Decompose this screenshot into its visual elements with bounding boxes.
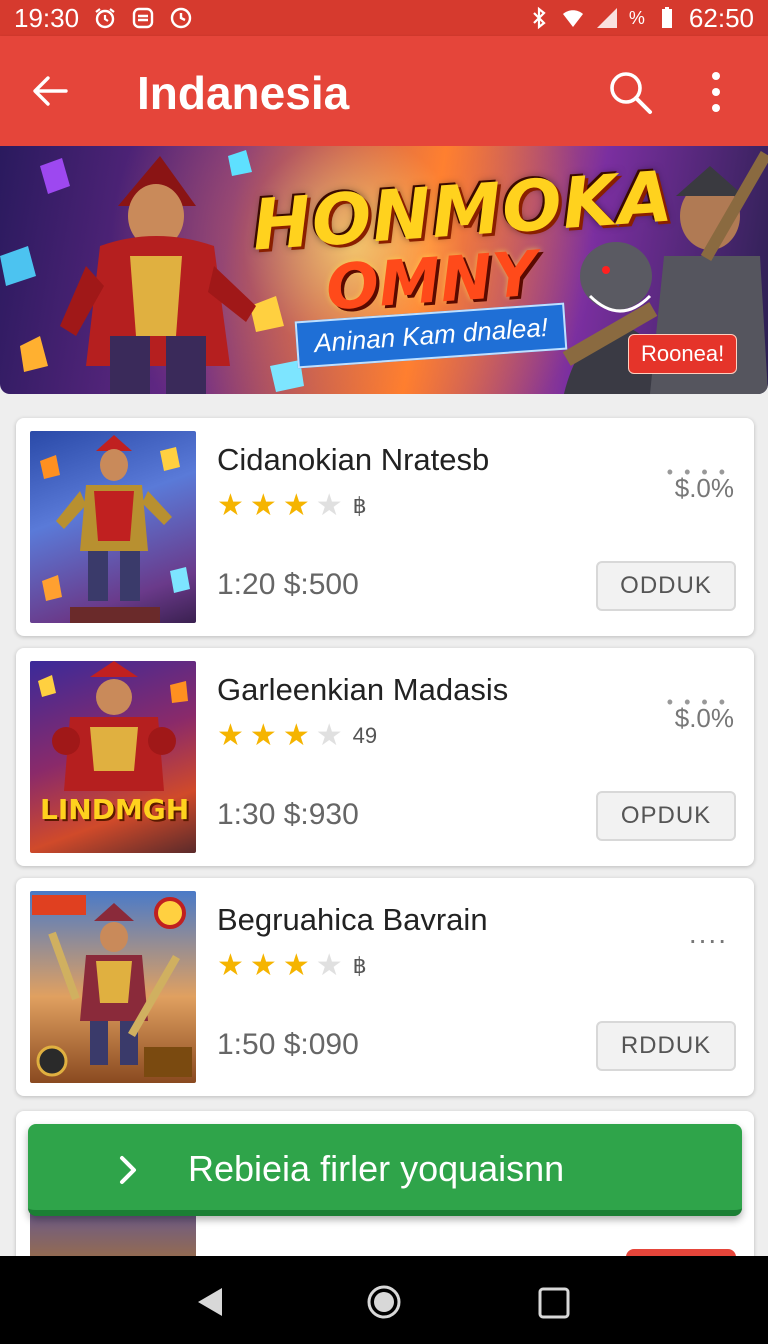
more-vertical-icon[interactable] [696,66,736,118]
star-icon: ★ [249,489,277,522]
list-item[interactable]: Cidanokian Nratesb ★ ★ ★ ★ ฿ • • • • $.0… [16,418,754,636]
rating-count: ฿ [352,492,367,518]
star-icon: ★ [282,949,310,982]
game-thumbnail [30,891,196,1083]
item-meta: 1:30 $:930 [217,798,359,831]
rating-stars: ★ ★ ★ ★ ฿ [217,488,367,523]
battery-icon [661,7,672,28]
price-note: $.0% [674,473,734,503]
price-note: $.0% [674,703,734,733]
status-time: 19:30 [14,2,80,33]
star-icon: ★ [217,719,244,752]
item-title: Cidanokian Nratesb [217,442,490,477]
search-icon[interactable] [604,66,656,118]
list-item[interactable]: LINDMGH Garleenkian Madasis ★ ★ ★ ★ 49 •… [16,648,754,866]
star-icon: ★ [217,949,244,982]
game-thumbnail: LINDMGH [30,661,196,853]
star-empty-icon: ★ [315,949,343,982]
banner-badge[interactable]: Roonea! [628,334,738,374]
star-empty-icon: ★ [315,719,343,752]
game-thumbnail [30,431,196,623]
page-title: Indanesia [137,67,350,119]
nav-recents-icon[interactable] [538,1287,570,1319]
back-button[interactable] [0,36,100,146]
star-icon: ★ [282,719,310,752]
system-nav-bar [0,1256,768,1344]
rating-count: ฿ [352,952,367,978]
arrow-left-icon [33,76,68,106]
star-icon: ★ [249,949,277,982]
bluetooth-icon [533,6,546,30]
battery-time: 62:50 [688,2,754,33]
battery-percent: % [628,7,645,28]
star-icon: ★ [282,489,310,522]
alarm-icon [95,8,115,29]
thumbnail-title: LINDMGH [40,793,190,826]
thumbnail-art [40,435,190,623]
list-item[interactable]: Begruahica Bavrain ★ ★ ★ ★ ฿ .... 1:50 $… [16,878,754,1096]
item-action-button[interactable]: RDDUK [596,1021,736,1071]
app-bar: Indanesia [0,36,768,146]
item-meta: 1:20 $:500 [217,568,359,601]
promo-banner[interactable]: HONMOKA OMNY Aninan Kam dnalea! Roonea! [0,146,768,394]
item-meta: 1:50 $:090 [217,1028,359,1061]
status-bar: 19:30 % 62:50 [0,0,768,36]
nav-home-icon[interactable] [366,1284,402,1320]
rating-stars: ★ ★ ★ ★ ฿ [217,948,367,983]
sync-icon [170,7,192,29]
signal-icon [596,8,617,28]
star-icon: ★ [217,489,244,522]
wifi-icon [562,10,583,27]
star-empty-icon: ★ [315,489,343,522]
star-icon: ★ [249,719,277,752]
rating-count: 49 [352,722,378,748]
message-icon [132,7,154,29]
rating-stars: ★ ★ ★ ★ 49 [217,718,377,753]
app-screen: 19:30 % 62:50 Indanesia HONMOKA OMNY Ani… [0,0,768,1344]
item-action-button[interactable]: ODDUK [596,561,736,611]
thumbnail-art [32,895,192,1077]
item-title: Begruahica Bavrain [217,902,488,937]
item-title: Garleenkian Madasis [217,672,509,707]
item-action-button[interactable]: OPDUK [596,791,736,841]
chevron-right-icon [120,1156,136,1184]
more-options-icon[interactable]: .... [689,918,728,950]
nav-back-icon[interactable] [196,1286,224,1318]
cta-button[interactable]: Rebieia firler yoquaisnn [28,1124,742,1216]
cta-label: Rebieia firler yoquaisnn [188,1148,565,1189]
